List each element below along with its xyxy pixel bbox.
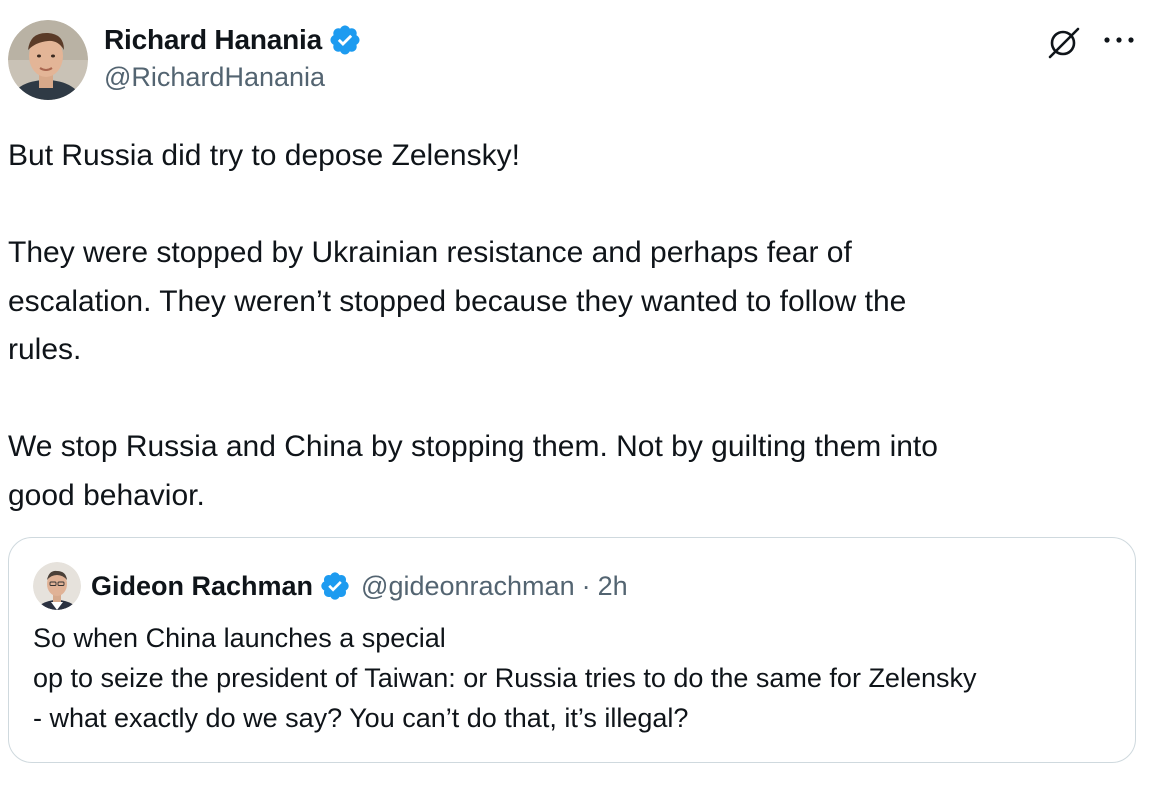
tweet-paragraph: But Russia did try to depose Zelensky!: [8, 139, 520, 172]
author-name[interactable]: Richard Hanania: [104, 24, 322, 56]
more-options-icon[interactable]: [1100, 32, 1138, 48]
quoted-author-avatar[interactable]: [33, 562, 81, 610]
grok-icon[interactable]: [1046, 24, 1082, 60]
author-avatar[interactable]: [8, 20, 88, 100]
tweet-body: But Russia did try to depose Zelensky! T…: [8, 132, 1138, 520]
tweet-line: They were stopped by Ukrainian resistanc…: [8, 236, 852, 269]
quoted-line: So when China launches a special: [33, 623, 446, 653]
tweet-line: We stop Russia and China by stopping the…: [8, 430, 938, 463]
quoted-line: - what exactly do we say? You can’t do t…: [33, 703, 689, 733]
quoted-header: Gideon Rachman @gideonrachman · 2h: [91, 566, 628, 606]
author-block: Richard Hanania @RichardHanania: [104, 22, 362, 93]
verified-badge-icon[interactable]: [319, 570, 351, 602]
verified-badge-icon[interactable]: [328, 23, 362, 57]
quoted-tweet-card[interactable]: Gideon Rachman @gideonrachman · 2h So wh…: [8, 537, 1136, 763]
quoted-author-name[interactable]: Gideon Rachman: [91, 571, 313, 602]
quoted-line: op to seize the president of Taiwan: or …: [33, 663, 977, 693]
tweet-line: good behavior.: [8, 478, 205, 512]
tweet: Richard Hanania @RichardHanania But Russ…: [0, 0, 1168, 790]
author-handle[interactable]: @RichardHanania: [104, 62, 362, 93]
author-name-row: Richard Hanania: [104, 22, 362, 58]
quoted-timestamp[interactable]: 2h: [598, 571, 628, 602]
separator-dot: ·: [581, 570, 591, 601]
tweet-line: escalation. They weren’t stopped because…: [8, 284, 907, 318]
quoted-tweet-text: So when China launches a special op to s…: [33, 618, 1123, 738]
quoted-author-handle[interactable]: @gideonrachman: [361, 571, 575, 602]
tweet-line: rules.: [8, 333, 82, 366]
